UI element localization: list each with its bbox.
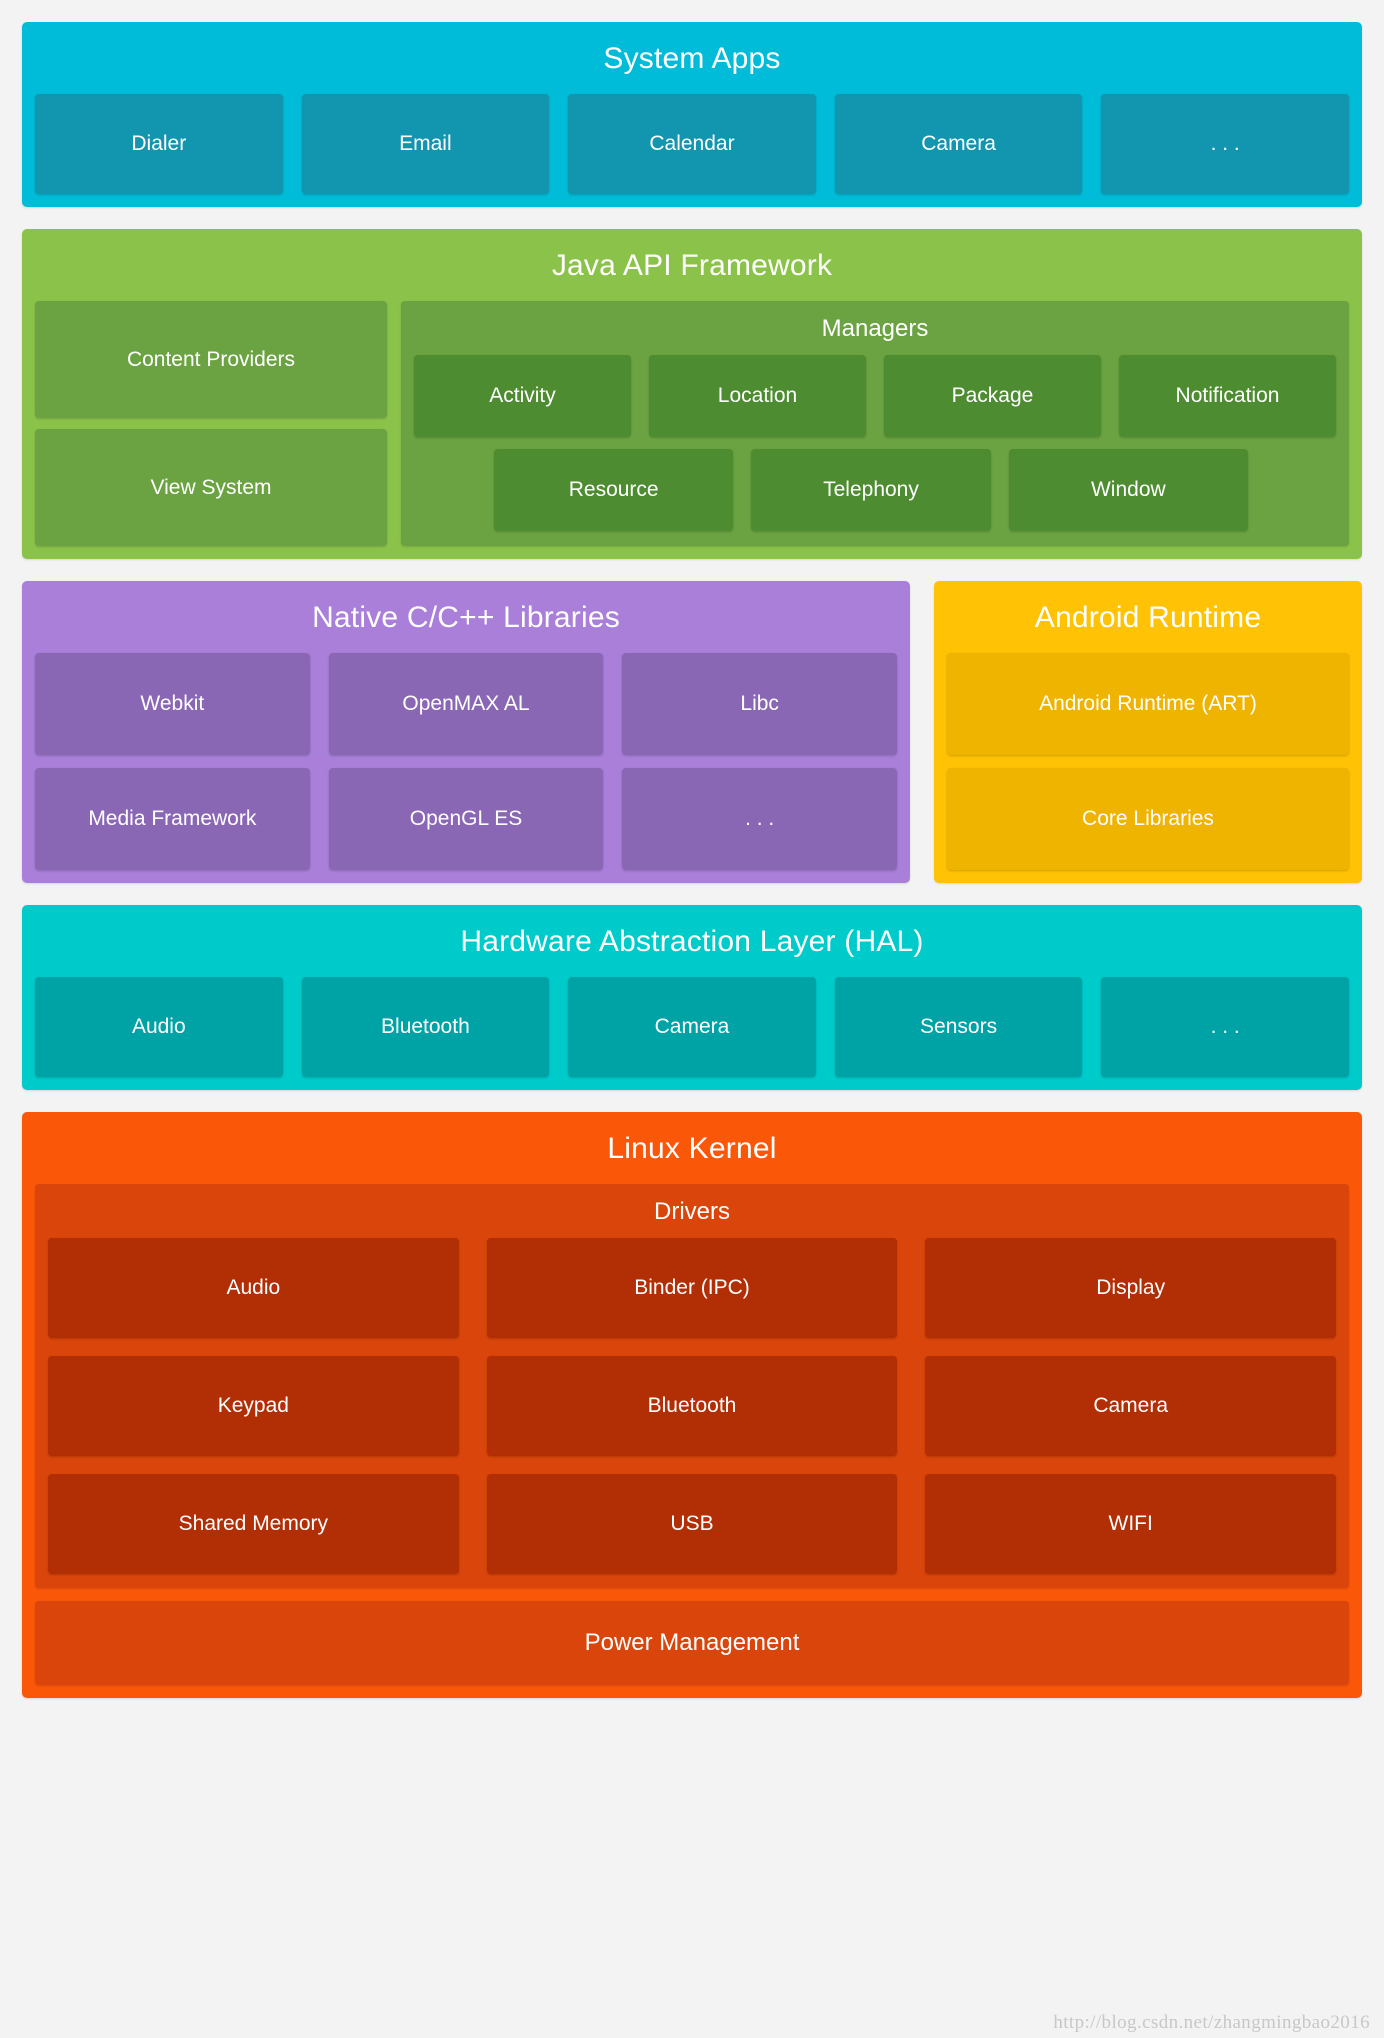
system-app-camera[interactable]: Camera bbox=[834, 94, 1083, 194]
manager-activity[interactable]: Activity bbox=[414, 355, 631, 437]
manager-location[interactable]: Location bbox=[649, 355, 866, 437]
driver-bluetooth[interactable]: Bluetooth bbox=[486, 1356, 898, 1456]
watermark-text: http://blog.csdn.net/zhangmingbao2016 bbox=[1053, 2012, 1370, 2033]
middle-layer-row: Native C/C++ Libraries Webkit OpenMAX AL… bbox=[22, 581, 1362, 883]
layer-hal: Hardware Abstraction Layer (HAL) Audio B… bbox=[22, 905, 1362, 1090]
driver-wifi[interactable]: WIFI bbox=[925, 1474, 1337, 1574]
managers-container: Managers Activity Location Package Notif… bbox=[401, 301, 1349, 546]
layer-java-api-framework: Java API Framework Content Providers Vie… bbox=[22, 229, 1362, 559]
hal-sensors[interactable]: Sensors bbox=[834, 977, 1083, 1077]
manager-resource[interactable]: Resource bbox=[494, 449, 734, 531]
drivers-row-1: Audio Binder (IPC) Display bbox=[48, 1238, 1337, 1338]
drivers-row-2: Keypad Bluetooth Camera bbox=[48, 1356, 1337, 1456]
hal-camera[interactable]: Camera bbox=[568, 977, 816, 1077]
layer-native-libraries: Native C/C++ Libraries Webkit OpenMAX AL… bbox=[22, 581, 910, 883]
layer-title-native-libraries: Native C/C++ Libraries bbox=[312, 601, 620, 634]
layer-linux-kernel: Linux Kernel Drivers Audio Binder (IPC) … bbox=[22, 1112, 1362, 1698]
framework-view-system[interactable]: View System bbox=[35, 429, 387, 546]
android-architecture-diagram: System Apps Dialer Email Calendar Camera… bbox=[0, 0, 1384, 2038]
driver-usb[interactable]: USB bbox=[486, 1474, 898, 1574]
drivers-row-3: Shared Memory USB WIFI bbox=[48, 1474, 1337, 1574]
android-runtime-row-2: Core Libraries bbox=[947, 768, 1349, 870]
manager-notification[interactable]: Notification bbox=[1119, 355, 1336, 437]
driver-display[interactable]: Display bbox=[925, 1238, 1337, 1338]
native-lib-media-framework[interactable]: Media Framework bbox=[35, 768, 310, 870]
driver-shared-memory[interactable]: Shared Memory bbox=[48, 1474, 459, 1574]
managers-row-1: Activity Location Package Notification bbox=[414, 355, 1336, 437]
native-lib-openmax-al[interactable]: OpenMAX AL bbox=[328, 653, 604, 755]
hal-audio[interactable]: Audio bbox=[35, 977, 283, 1077]
power-management-block[interactable]: Power Management bbox=[35, 1601, 1349, 1685]
manager-telephony[interactable]: Telephony bbox=[751, 449, 991, 531]
native-lib-opengl-es[interactable]: OpenGL ES bbox=[328, 768, 604, 870]
runtime-art[interactable]: Android Runtime (ART) bbox=[947, 653, 1349, 755]
android-runtime-row-1: Android Runtime (ART) bbox=[947, 653, 1349, 755]
layer-system-apps: System Apps Dialer Email Calendar Camera… bbox=[22, 22, 1362, 207]
system-apps-row: Dialer Email Calendar Camera . . . bbox=[35, 94, 1349, 194]
hal-more[interactable]: . . . bbox=[1101, 977, 1349, 1077]
system-app-calendar[interactable]: Calendar bbox=[568, 94, 816, 194]
system-app-more[interactable]: . . . bbox=[1101, 94, 1349, 194]
layer-title-android-runtime: Android Runtime bbox=[1034, 601, 1262, 634]
framework-content-providers[interactable]: Content Providers bbox=[35, 301, 387, 418]
layer-title-java-api-framework: Java API Framework bbox=[551, 249, 833, 282]
driver-keypad[interactable]: Keypad bbox=[48, 1356, 459, 1456]
hal-row: Audio Bluetooth Camera Sensors . . . bbox=[35, 977, 1349, 1077]
managers-title: Managers bbox=[821, 315, 929, 342]
driver-audio[interactable]: Audio bbox=[48, 1238, 459, 1338]
system-app-email[interactable]: Email bbox=[301, 94, 550, 194]
driver-camera[interactable]: Camera bbox=[925, 1356, 1337, 1456]
native-libraries-row-1: Webkit OpenMAX AL Libc bbox=[35, 653, 898, 755]
native-libraries-row-2: Media Framework OpenGL ES . . . bbox=[35, 768, 898, 870]
managers-row-2: Resource Telephony Window bbox=[414, 449, 1336, 531]
layer-title-linux-kernel: Linux Kernel bbox=[607, 1132, 777, 1165]
manager-package[interactable]: Package bbox=[884, 355, 1101, 437]
manager-window[interactable]: Window bbox=[1008, 449, 1248, 531]
java-framework-left-column: Content Providers View System bbox=[35, 301, 387, 546]
native-lib-libc[interactable]: Libc bbox=[622, 653, 898, 755]
java-framework-body: Content Providers View System Managers A… bbox=[35, 301, 1349, 546]
layer-title-hal: Hardware Abstraction Layer (HAL) bbox=[460, 925, 924, 958]
drivers-title: Drivers bbox=[654, 1198, 730, 1225]
system-app-dialer[interactable]: Dialer bbox=[35, 94, 283, 194]
layer-title-system-apps: System Apps bbox=[603, 42, 781, 75]
layer-android-runtime: Android Runtime Android Runtime (ART) Co… bbox=[934, 581, 1362, 883]
native-lib-more[interactable]: . . . bbox=[622, 768, 898, 870]
runtime-core-libraries[interactable]: Core Libraries bbox=[947, 768, 1349, 870]
native-lib-webkit[interactable]: Webkit bbox=[35, 653, 310, 755]
drivers-container: Drivers Audio Binder (IPC) Display Keypa… bbox=[35, 1184, 1349, 1588]
driver-binder-ipc[interactable]: Binder (IPC) bbox=[486, 1238, 898, 1338]
hal-bluetooth[interactable]: Bluetooth bbox=[301, 977, 550, 1077]
